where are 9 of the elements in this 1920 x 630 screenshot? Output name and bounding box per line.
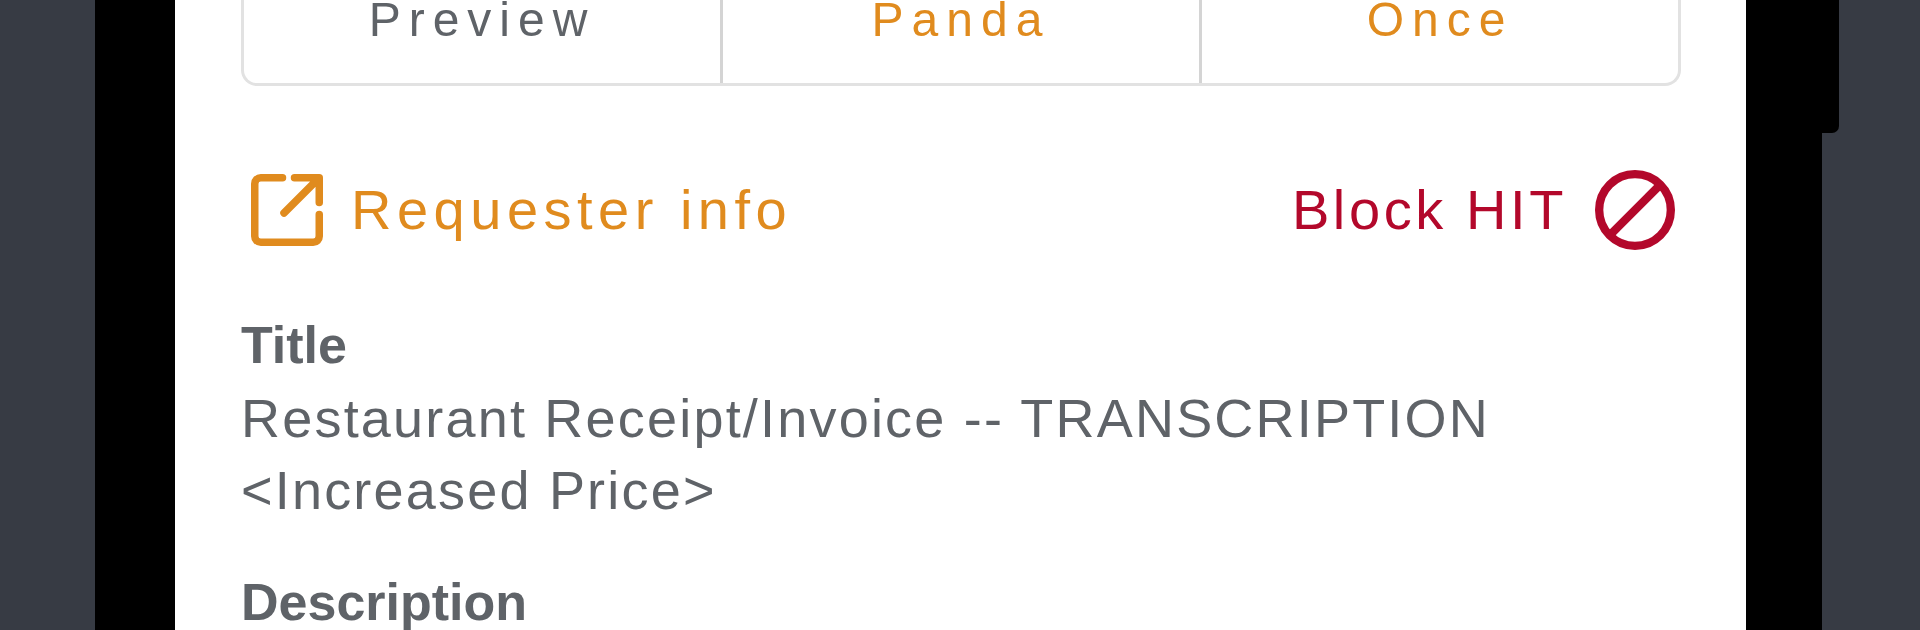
external-link-icon (251, 174, 323, 246)
block-button[interactable]: Block HIT (1291, 170, 1675, 250)
field-label: Title (241, 317, 348, 373)
requester-info-link[interactable]: Requester info (251, 174, 793, 246)
tab-button[interactable]: Preview (244, 0, 720, 83)
block-icon (1595, 170, 1675, 250)
tab-button[interactable]: Panda (720, 0, 1199, 83)
field-value: Restaurant Receipt/Invoice -- TRANSCRIPTION <Increased Price> (241, 387, 1491, 522)
tab-button[interactable]: Once (1199, 0, 1678, 83)
